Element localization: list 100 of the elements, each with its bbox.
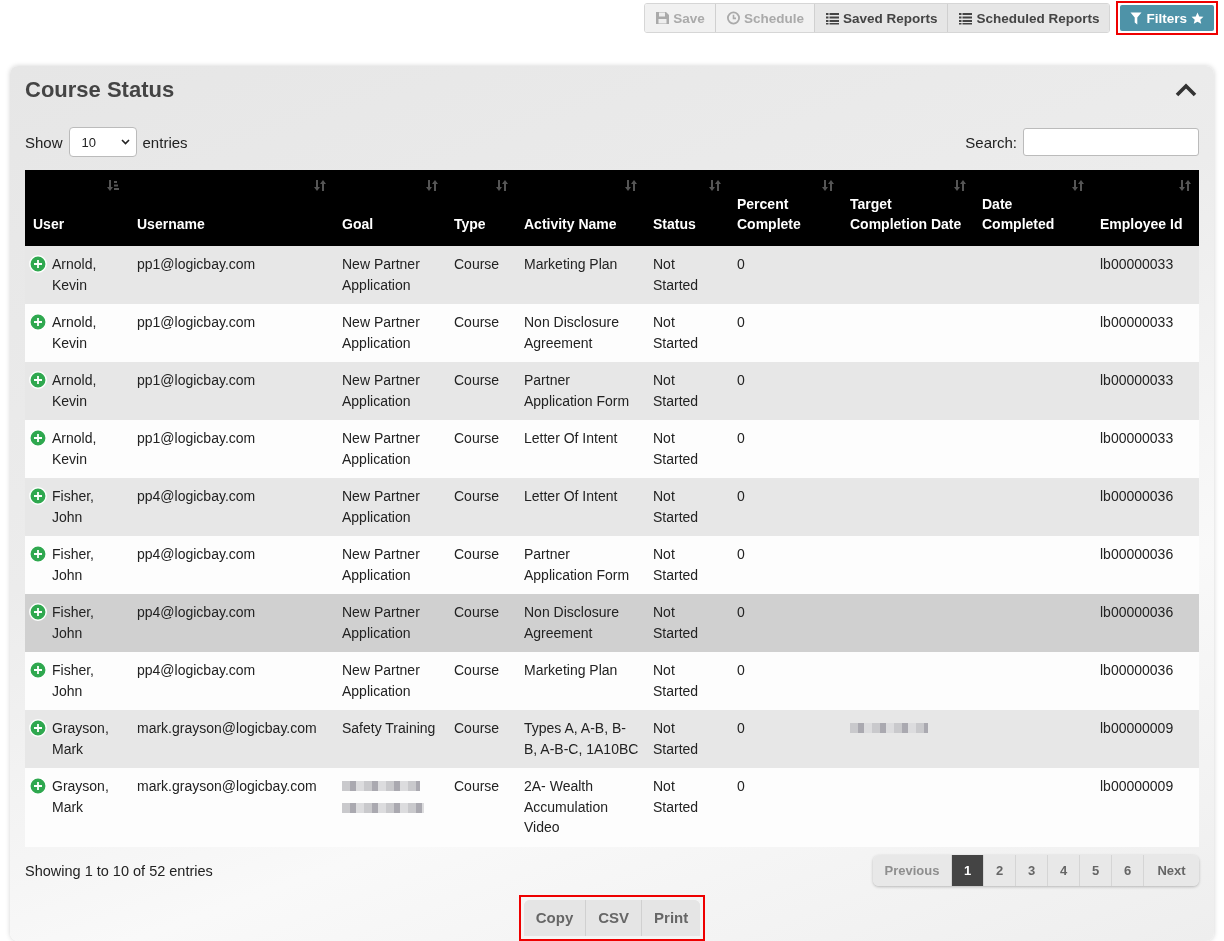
entries-select[interactable]: 10 bbox=[68, 127, 137, 157]
table-cell: Partner Application Form bbox=[524, 372, 630, 409]
table-cell: New Partner Application bbox=[342, 314, 420, 351]
expand-row-icon[interactable] bbox=[29, 255, 47, 273]
page-button[interactable]: 5 bbox=[1079, 855, 1111, 886]
table-cell: 0 bbox=[737, 372, 745, 388]
table-cell: Not Started bbox=[653, 662, 699, 699]
toolbar-button[interactable]: Scheduled Reports bbox=[947, 4, 1110, 32]
table-cell: Not Started bbox=[653, 546, 699, 583]
page-button[interactable]: 1 bbox=[951, 855, 983, 886]
entries-info: Showing 1 to 10 of 52 entries bbox=[25, 862, 213, 879]
column-header[interactable]: Activity Name bbox=[516, 170, 645, 246]
table-cell: New Partner Application bbox=[342, 488, 420, 525]
table-cell-text: Fisher, John bbox=[52, 603, 95, 643]
toolbar-button[interactable]: Saved Reports bbox=[813, 4, 948, 32]
table-cell: Course bbox=[454, 662, 500, 678]
star-icon bbox=[1191, 11, 1204, 25]
table-cell: lb00000036 bbox=[1100, 546, 1174, 562]
column-header[interactable]: Target Completion Date bbox=[842, 170, 974, 246]
table-cell: lb00000033 bbox=[1100, 314, 1174, 330]
expand-row-icon[interactable] bbox=[29, 487, 47, 505]
filter-icon bbox=[1130, 11, 1143, 25]
list-icon bbox=[824, 11, 840, 25]
table-cell: 2A- Wealth Accumulation Video bbox=[524, 778, 609, 835]
table-cell: New Partner Application bbox=[342, 256, 420, 293]
page-button[interactable]: 3 bbox=[1015, 855, 1047, 886]
table-cell: Not Started bbox=[653, 604, 699, 641]
table-cell: mark.grayson@logicbay.com bbox=[137, 720, 317, 736]
table-cell: 0 bbox=[737, 778, 745, 794]
table-cell: Not Started bbox=[653, 430, 699, 467]
page-button[interactable]: 4 bbox=[1047, 855, 1079, 886]
table-cell: 0 bbox=[737, 604, 745, 620]
table-cell: pp1@logicbay.com bbox=[137, 256, 256, 272]
table-cell: pp4@logicbay.com bbox=[137, 604, 256, 620]
table-cell: Not Started bbox=[653, 778, 699, 815]
table-cell: lb00000036 bbox=[1100, 662, 1174, 678]
table-cell: lb00000009 bbox=[1100, 778, 1174, 794]
table-cell: Not Started bbox=[653, 372, 699, 409]
table-cell: pp4@logicbay.com bbox=[137, 488, 256, 504]
search-field[interactable] bbox=[1023, 128, 1199, 156]
table-cell: Not Started bbox=[653, 720, 699, 757]
table-cell: New Partner Application bbox=[342, 604, 420, 641]
expand-row-icon[interactable] bbox=[29, 603, 47, 621]
expand-row-icon[interactable] bbox=[29, 545, 47, 563]
table-cell: 0 bbox=[737, 430, 745, 446]
table-cell-text: Arnold, Kevin bbox=[52, 429, 98, 469]
column-header[interactable]: Status bbox=[645, 170, 729, 246]
table-cell: 0 bbox=[737, 488, 745, 504]
collapse-icon[interactable] bbox=[1175, 83, 1197, 97]
expand-row-icon[interactable] bbox=[29, 719, 47, 737]
table-cell-text: Fisher, John bbox=[52, 661, 95, 701]
table-cell: New Partner Application bbox=[342, 546, 420, 583]
table-cell: pp1@logicbay.com bbox=[137, 430, 256, 446]
table-cell: lb00000033 bbox=[1100, 256, 1174, 272]
expand-row-icon[interactable] bbox=[29, 313, 47, 331]
table-cell: Course bbox=[454, 430, 500, 446]
table-cell-text: Arnold, Kevin bbox=[52, 313, 98, 353]
expand-row-icon[interactable] bbox=[29, 371, 47, 389]
expand-row-icon[interactable] bbox=[29, 777, 47, 795]
table-cell: Course bbox=[454, 604, 500, 620]
table-cell: New Partner Application bbox=[342, 430, 420, 467]
expand-row-icon[interactable] bbox=[29, 661, 47, 679]
table-cell: pp1@logicbay.com bbox=[137, 372, 256, 388]
table-cell-text: Fisher, John bbox=[52, 545, 95, 585]
column-header[interactable]: Username bbox=[129, 170, 334, 246]
table-cell: Letter Of Intent bbox=[524, 488, 618, 504]
table-cell: 0 bbox=[737, 662, 745, 678]
table-cell: Course bbox=[454, 314, 500, 330]
entries-label: entries bbox=[142, 133, 188, 151]
page-button[interactable]: 2 bbox=[983, 855, 1015, 886]
table-cell: Not Started bbox=[653, 314, 699, 351]
table-cell-text: Arnold, Kevin bbox=[52, 371, 98, 411]
table-cell-text: Grayson, Mark bbox=[52, 719, 110, 759]
table-cell: Marketing Plan bbox=[524, 662, 618, 678]
table-cell: lb00000036 bbox=[1100, 604, 1174, 620]
table-cell: lb00000033 bbox=[1100, 372, 1174, 388]
list-icon bbox=[958, 11, 974, 25]
table-cell: pp1@logicbay.com bbox=[137, 314, 256, 330]
table-cell: mark.grayson@logicbay.com bbox=[137, 778, 317, 794]
column-header[interactable]: Percent Complete bbox=[729, 170, 842, 246]
table-cell: lb00000033 bbox=[1100, 430, 1174, 446]
column-header[interactable]: Employee Id bbox=[1092, 170, 1199, 246]
column-header[interactable]: Type bbox=[446, 170, 516, 246]
next-button[interactable]: Next bbox=[1143, 855, 1199, 886]
table-cell: pp4@logicbay.com bbox=[137, 662, 256, 678]
table-cell-text: Arnold, Kevin bbox=[52, 255, 98, 295]
column-header[interactable]: Goal bbox=[334, 170, 446, 246]
table-cell: Marketing Plan bbox=[524, 256, 618, 272]
export-button[interactable]: Print bbox=[641, 899, 701, 936]
page-button[interactable]: 6 bbox=[1111, 855, 1143, 886]
expand-row-icon[interactable] bbox=[29, 429, 47, 447]
table-cell: Safety Training bbox=[342, 720, 436, 736]
table-cell: Course bbox=[454, 256, 500, 272]
table-cell: pp4@logicbay.com bbox=[137, 546, 256, 562]
table-cell: Course bbox=[454, 778, 500, 794]
table-cell: 0 bbox=[737, 256, 745, 272]
search-label: Search: bbox=[965, 133, 1017, 151]
column-header[interactable]: Date Completed bbox=[974, 170, 1092, 246]
table-cell: Course bbox=[454, 488, 500, 504]
column-header[interactable]: User bbox=[25, 170, 129, 246]
